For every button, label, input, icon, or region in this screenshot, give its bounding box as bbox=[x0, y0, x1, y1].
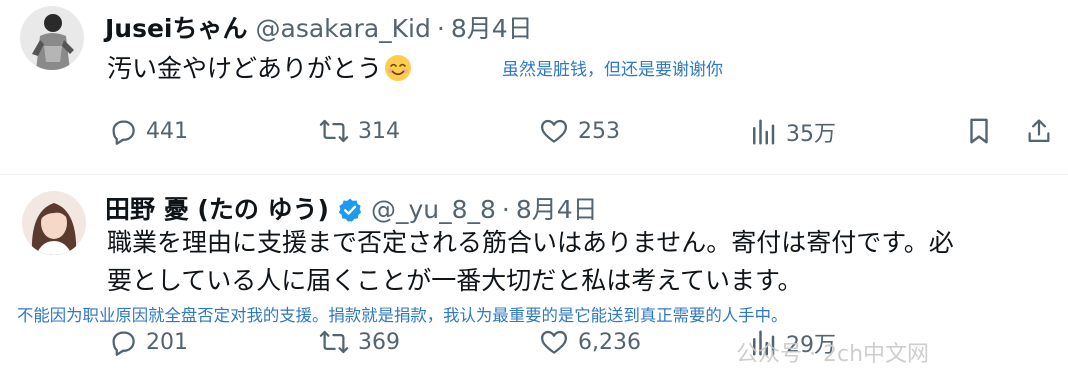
tweet-text-line: 職業を理由に支援まで否定される筋合いはありません。寄付は寄付です。必 bbox=[107, 228, 954, 257]
view-count: 35万 bbox=[786, 122, 836, 147]
retweet-count: 369 bbox=[358, 329, 400, 355]
tweet-text-line: 要としている人に届くことが一番大切だと私は考えています。 bbox=[107, 266, 803, 295]
separator-dot: · bbox=[436, 14, 445, 43]
avatar[interactable] bbox=[22, 191, 86, 255]
tweet-divider bbox=[0, 174, 1068, 175]
heart-icon bbox=[541, 119, 567, 143]
bookmark-icon bbox=[970, 118, 988, 144]
tweet-2[interactable]: 田野 憂 (たの ゆう) @_yu_8_8 · 8月4日 職業を理由に支援まで否… bbox=[0, 176, 1068, 360]
display-name[interactable]: 田野 憂 (たの ゆう) bbox=[105, 195, 329, 225]
heart-icon bbox=[541, 330, 567, 354]
like-count: 253 bbox=[578, 118, 620, 144]
watermark: 公众号 · 2ch中文网 bbox=[736, 342, 930, 367]
views-button[interactable]: 35万 bbox=[748, 116, 836, 148]
reply-icon bbox=[112, 120, 135, 145]
reply-button[interactable]: 201 bbox=[108, 327, 188, 357]
display-name[interactable]: Juseiちゃん bbox=[105, 14, 248, 44]
like-count: 6,236 bbox=[578, 329, 641, 355]
tweet-text: 汚い金やけどありがとう bbox=[107, 50, 412, 88]
verified-badge-icon bbox=[337, 197, 363, 223]
share-button[interactable] bbox=[1025, 116, 1053, 146]
tweet-text: 職業を理由に支援まで否定される筋合いはありません。寄付は寄付です。必 要としてい… bbox=[107, 224, 954, 300]
user-handle[interactable]: @_yu_8_8 bbox=[371, 195, 496, 225]
translation-caption: 不能因为职业原因就全盘否定对我的支援。捐款就是捐款，我认为最重要的是它能送到真正… bbox=[17, 306, 788, 325]
user-handle[interactable]: @asakara_Kid bbox=[256, 14, 431, 44]
retweet-icon bbox=[319, 119, 349, 143]
tweet-header: 田野 憂 (たの ゆう) @_yu_8_8 · 8月4日 bbox=[105, 195, 598, 225]
reply-icon bbox=[112, 331, 135, 356]
retweet-icon bbox=[319, 330, 349, 354]
like-button[interactable]: 6,236 bbox=[538, 327, 641, 357]
post-date[interactable]: 8月4日 bbox=[516, 195, 598, 225]
tweet-text-line: 汚い金やけどありがとう bbox=[107, 54, 383, 83]
tweet-actions: 441 314 253 35万 bbox=[0, 114, 1068, 148]
bookmark-button[interactable] bbox=[966, 116, 992, 146]
tweet-1[interactable]: Juseiちゃん @asakara_Kid · 8月4日 汚い金やけどありがとう… bbox=[0, 0, 1068, 176]
post-date[interactable]: 8月4日 bbox=[451, 14, 533, 44]
reply-count: 201 bbox=[146, 329, 188, 355]
smiling-face-emoji-icon bbox=[384, 54, 412, 82]
like-button[interactable]: 253 bbox=[538, 116, 620, 146]
retweet-button[interactable]: 314 bbox=[318, 116, 400, 146]
avatar[interactable] bbox=[20, 6, 84, 70]
translation-caption: 虽然是脏钱，但还是要谢谢你 bbox=[502, 60, 723, 80]
reply-button[interactable]: 441 bbox=[108, 116, 188, 146]
share-icon bbox=[1028, 119, 1050, 143]
analytics-icon bbox=[753, 119, 775, 145]
retweet-button[interactable]: 369 bbox=[318, 327, 400, 357]
retweet-count: 314 bbox=[358, 118, 400, 144]
reply-count: 441 bbox=[146, 118, 188, 144]
tweet-header: Juseiちゃん @asakara_Kid · 8月4日 bbox=[105, 14, 533, 44]
separator-dot: · bbox=[501, 195, 510, 224]
